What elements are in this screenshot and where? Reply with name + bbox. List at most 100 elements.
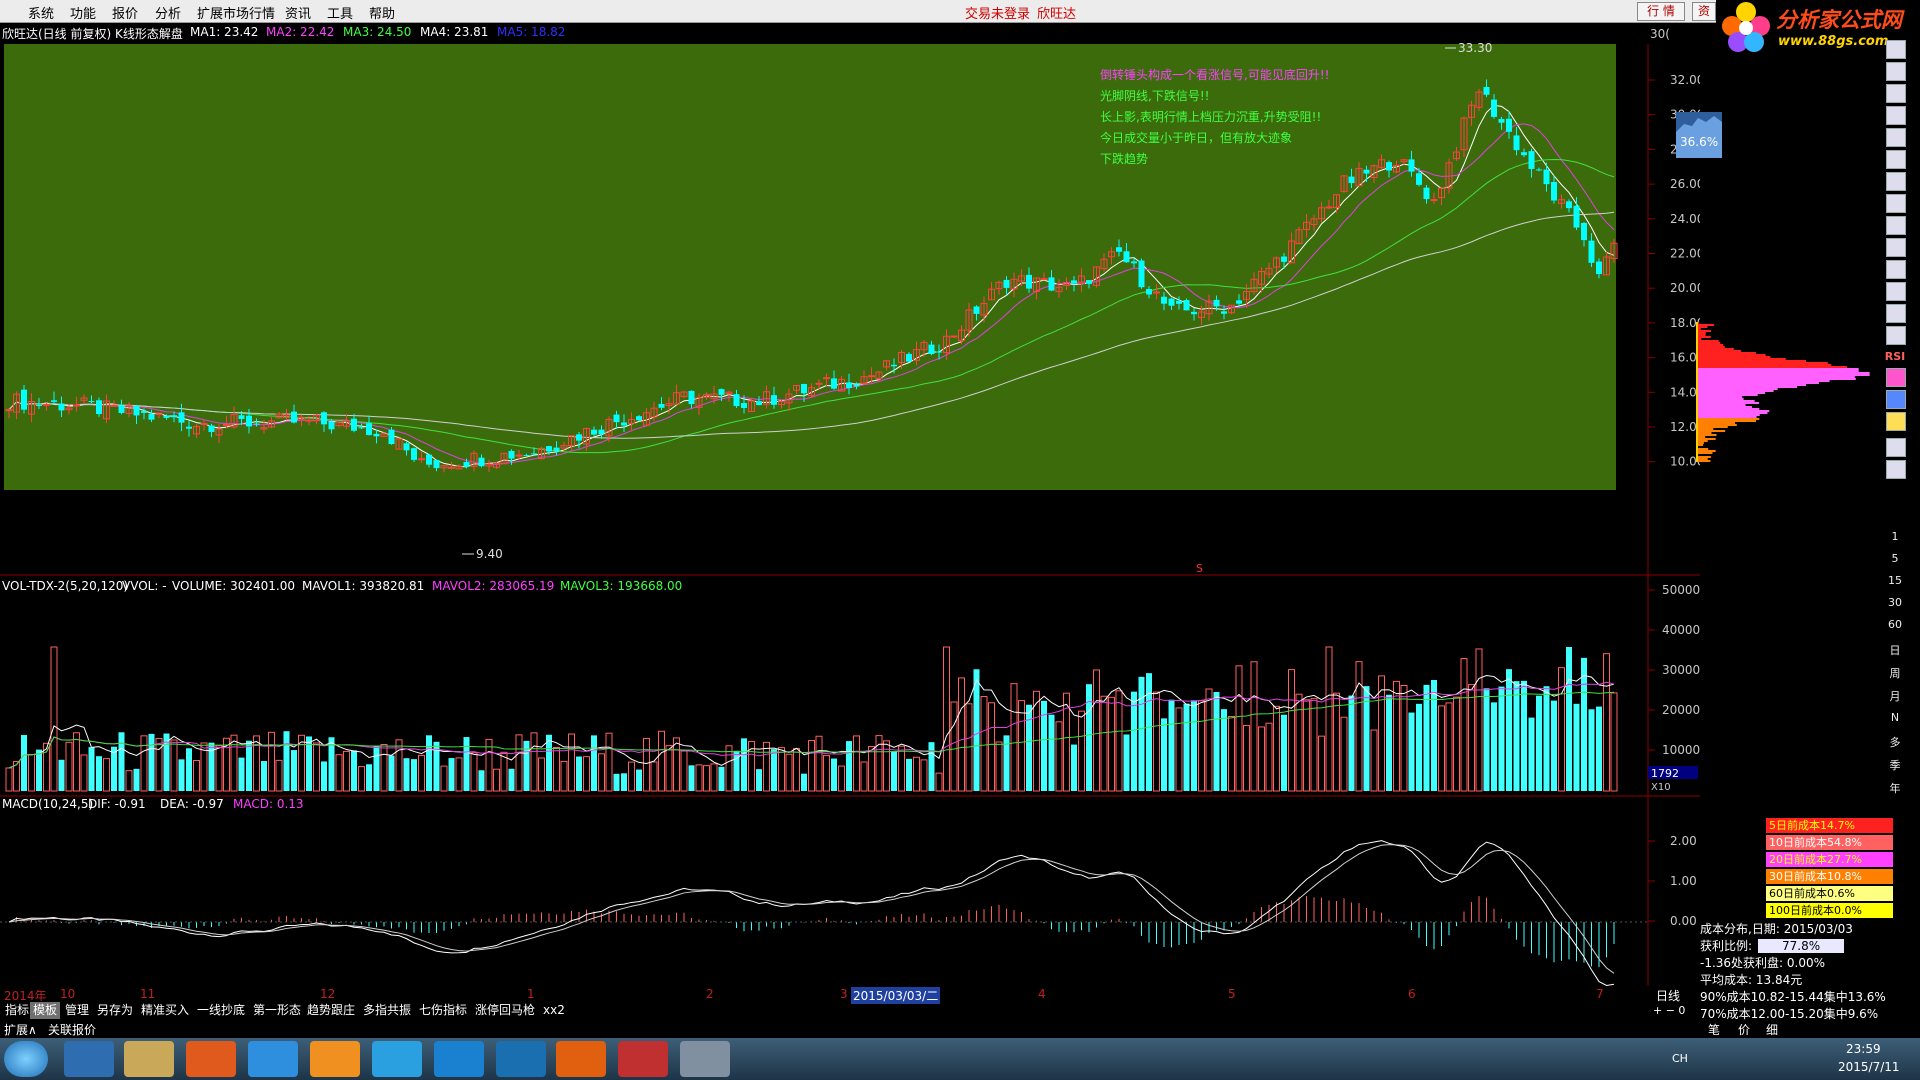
tab-manage[interactable]: 管理 xyxy=(62,1002,92,1019)
tool-pencil-icon[interactable] xyxy=(1886,412,1906,431)
profit-badge-value: 36.6% xyxy=(1680,135,1718,149)
tool-up-arrow-icon[interactable] xyxy=(1886,40,1906,59)
tab-template[interactable]: 模板 xyxy=(30,1002,61,1019)
info-button[interactable]: 资 xyxy=(1692,2,1716,21)
tool-move-icon[interactable] xyxy=(1886,390,1906,409)
candle xyxy=(1498,119,1505,123)
stock-name-status: 欣旺达 xyxy=(1037,7,1077,22)
app-fire-icon[interactable] xyxy=(556,1041,606,1077)
tool-bars-icon[interactable] xyxy=(1886,326,1906,345)
candle xyxy=(1071,280,1077,284)
tab-indicator[interactable]: 指标 xyxy=(2,1002,32,1019)
menu-help[interactable]: 帮助 xyxy=(369,3,395,22)
start-button-icon[interactable] xyxy=(4,1041,48,1077)
k-app-icon[interactable] xyxy=(496,1041,546,1077)
menu-analysis[interactable]: 分析 xyxy=(155,3,181,22)
login-status[interactable]: 交易未登录 xyxy=(965,3,1030,22)
tool-chart-icon[interactable] xyxy=(1886,128,1906,147)
tool-down-arrow-icon[interactable] xyxy=(1886,62,1906,81)
volume-bar xyxy=(1078,710,1085,792)
tool-kline-icon[interactable] xyxy=(1886,150,1906,169)
chip-bar xyxy=(1696,344,1724,346)
tab-xx2[interactable]: xx2 xyxy=(540,1002,568,1019)
volume-bar xyxy=(995,741,1003,792)
tool-news-icon[interactable] xyxy=(1886,216,1906,235)
chip-bar xyxy=(1696,388,1778,390)
period-quarter[interactable]: 季 xyxy=(1884,757,1906,773)
ie-browser-icon[interactable] xyxy=(64,1041,114,1077)
macd-chart[interactable]: 2.00 1.00 0.00 xyxy=(0,794,1700,986)
app-bird-icon[interactable] xyxy=(372,1041,422,1077)
stock-app-icon[interactable] xyxy=(618,1041,668,1077)
candle xyxy=(756,401,762,406)
period-day[interactable]: 日 xyxy=(1884,642,1906,658)
quote-button[interactable]: 行 情 xyxy=(1637,2,1685,21)
tab-seven-injury[interactable]: 七伤指标 xyxy=(416,1002,470,1019)
candle xyxy=(1183,300,1190,311)
period-multi[interactable]: 多 xyxy=(1884,734,1906,750)
menu-quote[interactable]: 报价 xyxy=(112,3,138,22)
volume-chart[interactable]: 50000 40000 30000 20000 10000 1792 X10 xyxy=(0,576,1700,798)
tool-compare-icon[interactable] xyxy=(1886,282,1906,301)
menu-tools[interactable]: 工具 xyxy=(327,3,353,22)
tool-cycle-icon[interactable] xyxy=(1886,304,1906,323)
period-month[interactable]: 月 xyxy=(1884,688,1906,704)
volume-bar xyxy=(1243,725,1250,792)
tool-calc-icon[interactable] xyxy=(1886,260,1906,279)
time-label-nov: 11 xyxy=(140,987,156,1001)
candle xyxy=(928,344,935,355)
app-compass-icon[interactable] xyxy=(680,1041,730,1077)
tool-table-icon[interactable] xyxy=(1886,106,1906,125)
period-1min[interactable]: 1 xyxy=(1884,530,1906,543)
period-week[interactable]: 周 xyxy=(1884,665,1906,681)
period-30min[interactable]: 30 xyxy=(1884,596,1906,609)
menu-system[interactable]: 系统 xyxy=(28,3,54,22)
up-app-icon[interactable] xyxy=(310,1041,360,1077)
detail-button[interactable]: 细 xyxy=(1766,1021,1778,1038)
candle xyxy=(1596,261,1602,275)
candlestick-chart[interactable]: 倒转锤头构成一个看涨信号,可能见底回升!! 光脚阴线,下跌信号!! 长上影,表明行情… xyxy=(0,22,1700,577)
tool-rsi[interactable]: RSI xyxy=(1884,350,1906,363)
chip-bar xyxy=(1696,362,1828,364)
period-year[interactable]: 年 xyxy=(1884,780,1906,796)
candle xyxy=(553,447,560,452)
tool-info-icon[interactable] xyxy=(1886,194,1906,213)
chip-bar xyxy=(1696,378,1856,380)
app-orange-icon[interactable] xyxy=(186,1041,236,1077)
tab-save-as[interactable]: 另存为 xyxy=(94,1002,136,1019)
tab-multi-resonance[interactable]: 多指共振 xyxy=(360,1002,414,1019)
tool-search-icon[interactable] xyxy=(1886,238,1906,257)
input-lang[interactable]: CH xyxy=(1672,1052,1688,1065)
tool-image-icon[interactable] xyxy=(1886,460,1906,479)
price-button[interactable]: 价 xyxy=(1738,1021,1750,1038)
period-5min[interactable]: 5 xyxy=(1884,552,1906,565)
chip-bar xyxy=(1696,432,1712,434)
file-explorer-icon[interactable] xyxy=(124,1041,174,1077)
cloud-app-icon[interactable] xyxy=(434,1041,484,1077)
tab-bottom-fishing[interactable]: 一线抄底 xyxy=(194,1002,248,1019)
tool-fs-icon[interactable] xyxy=(1886,438,1906,457)
volume-bar xyxy=(373,745,380,791)
related-quote-button[interactable]: 关联报价 xyxy=(48,1021,96,1038)
tab-first-pattern[interactable]: 第一形态 xyxy=(250,1002,304,1019)
vol-y-label: 10000 xyxy=(1662,743,1700,757)
expand-toggle[interactable]: 扩展∧ xyxy=(4,1021,37,1038)
period-60min[interactable]: 60 xyxy=(1884,618,1906,631)
candle xyxy=(163,415,170,418)
menu-news[interactable]: 资讯 xyxy=(285,3,311,22)
tool-stamp-icon[interactable] xyxy=(1886,368,1906,387)
menu-extended-market[interactable]: 扩展市场行情 xyxy=(197,3,275,22)
candle xyxy=(133,406,140,416)
tab-trend-follow[interactable]: 趋势跟庄 xyxy=(304,1002,358,1019)
tab-limit-up-return[interactable]: 涨停回马枪 xyxy=(472,1002,538,1019)
period-n[interactable]: N xyxy=(1884,711,1906,724)
tool-list-icon[interactable] xyxy=(1886,172,1906,191)
menu-function[interactable]: 功能 xyxy=(70,3,96,22)
volume-bar xyxy=(658,730,665,792)
tick-button[interactable]: 笔 xyxy=(1708,1021,1720,1038)
tool-grid-icon[interactable] xyxy=(1886,84,1906,103)
app-blue-icon[interactable] xyxy=(248,1041,298,1077)
tab-precise-buy[interactable]: 精准买入 xyxy=(138,1002,192,1019)
period-15min[interactable]: 15 xyxy=(1884,574,1906,587)
zoom-controls[interactable]: + − 0 xyxy=(1650,1002,1688,1019)
